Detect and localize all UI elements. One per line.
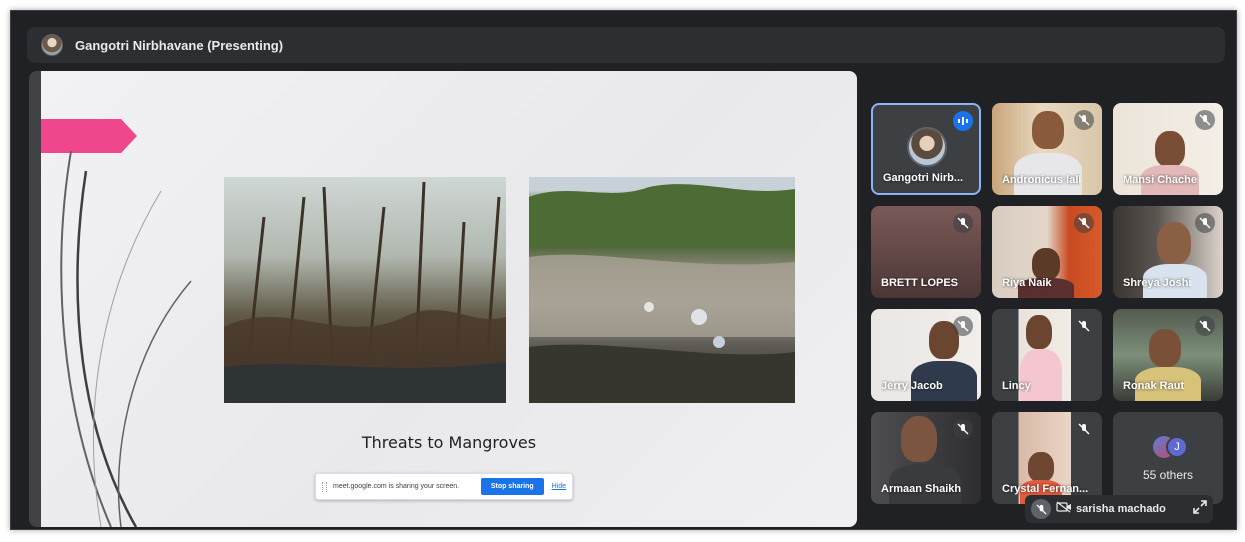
participant-tile-riya[interactable]: Riya Naik	[992, 206, 1102, 298]
mic-off-icon	[1074, 110, 1094, 130]
participant-tile-mansi[interactable]: Mansi Chache	[1113, 103, 1223, 195]
participant-tile-ronak[interactable]: Ronak Raut	[1113, 309, 1223, 401]
others-avatars: J	[1153, 436, 1193, 458]
self-view-bar[interactable]: sarisha machado	[1025, 495, 1213, 523]
share-message: meet.google.com is sharing your screen.	[333, 483, 460, 490]
participant-face	[1157, 222, 1191, 264]
participant-face	[901, 416, 937, 462]
participant-tile-armaan[interactable]: Armaan Shaikh	[871, 412, 981, 504]
screen-share-notification: meet.google.com is sharing your screen. …	[315, 473, 573, 500]
participant-body	[1020, 349, 1062, 401]
stop-sharing-button[interactable]: Stop sharing	[480, 478, 544, 495]
participant-face	[1026, 315, 1052, 349]
participant-name: Mansi Chache	[1123, 174, 1197, 186]
participant-grid: Gangotri Nirb... Andronicus lall Mansi C…	[871, 103, 1225, 523]
mic-off-icon	[953, 213, 973, 233]
participant-name: Shreya Joshi	[1123, 277, 1192, 289]
mic-off-icon	[1074, 213, 1094, 233]
presenter-avatar	[41, 34, 63, 56]
slide-accent-arrow	[41, 119, 137, 153]
participant-tile-gangotri[interactable]: Gangotri Nirb...	[871, 103, 981, 195]
participant-tile-jerry[interactable]: Jerry Jacob	[871, 309, 981, 401]
participant-name: Andronicus lall	[1002, 174, 1082, 186]
slide-caption: Threats to Mangroves	[361, 433, 537, 452]
camera-off-icon[interactable]	[1056, 500, 1072, 518]
participant-tile-crystal[interactable]: Crystal Fernan...	[992, 412, 1102, 504]
others-tile[interactable]: J 55 others	[1113, 412, 1223, 504]
participant-tile-shreya[interactable]: Shreya Joshi	[1113, 206, 1223, 298]
slide-decoration-lines	[60, 151, 192, 527]
participant-tile-andronicus[interactable]: Andronicus lall	[992, 103, 1102, 195]
avatar	[907, 127, 947, 167]
mic-off-icon	[953, 316, 973, 336]
participant-tile-lincy[interactable]: Lincy	[992, 309, 1102, 401]
hide-link[interactable]: Hide	[552, 483, 566, 490]
participant-name: Armaan Shaikh	[881, 483, 962, 495]
expand-icon[interactable]	[1193, 499, 1207, 519]
participant-face	[1149, 329, 1181, 367]
presenting-title: Gangotri Nirbhavane (Presenting)	[75, 37, 284, 53]
presenting-bar: Gangotri Nirbhavane (Presenting)	[27, 27, 1225, 63]
mic-off-icon	[1074, 419, 1094, 439]
speaking-indicator-icon	[953, 111, 973, 131]
mic-off-icon	[1195, 213, 1215, 233]
participant-face	[1155, 131, 1185, 167]
mic-off-icon[interactable]	[1031, 499, 1051, 519]
others-count: 55 others	[1142, 468, 1194, 482]
participant-face	[1032, 111, 1064, 149]
presentation-slide: Threats to Mangroves meet.google.com is …	[41, 71, 857, 527]
participant-face	[1028, 452, 1054, 482]
drag-handle-icon[interactable]	[322, 481, 327, 492]
participant-name: Lincy	[1002, 380, 1031, 392]
avatar: J	[1166, 436, 1188, 458]
participant-name: Crystal Fernan...	[1002, 483, 1089, 495]
mic-off-icon	[953, 419, 973, 439]
mic-off-icon	[1074, 316, 1094, 336]
mangrove-dumping-photo	[529, 177, 795, 403]
shared-screen[interactable]: Threats to Mangroves meet.google.com is …	[29, 71, 857, 527]
participant-name: Gangotri Nirb...	[883, 172, 964, 184]
participant-tile-brett[interactable]: BRETT LOPES	[871, 206, 981, 298]
self-name: sarisha machado	[1076, 503, 1166, 515]
mic-off-icon	[1195, 110, 1215, 130]
participant-name: Ronak Raut	[1123, 380, 1185, 392]
participant-name: Riya Naik	[1002, 277, 1052, 289]
participant-name: Jerry Jacob	[881, 380, 943, 392]
mangrove-damage-photo	[224, 177, 506, 403]
meet-window: Gangotri Nirbhavane (Presenting) Threats…	[10, 10, 1237, 530]
participant-name: BRETT LOPES	[881, 277, 959, 289]
participant-face	[1032, 248, 1060, 280]
mic-off-icon	[1195, 316, 1215, 336]
